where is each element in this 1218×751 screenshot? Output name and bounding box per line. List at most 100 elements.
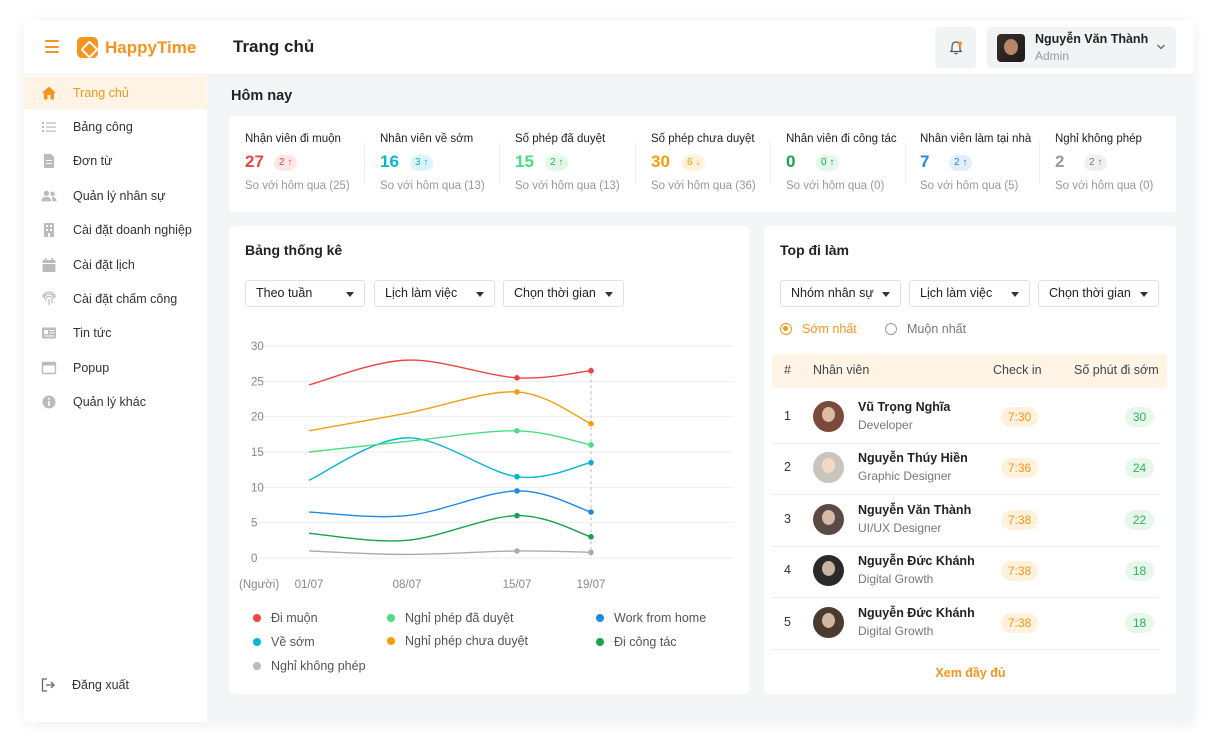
employee-role: UI/UX Designer [858, 521, 942, 535]
legend-item: Nghỉ phép đã duyệt [387, 611, 513, 625]
early-badge: 30 [1125, 407, 1154, 427]
logout-button[interactable]: Đăng xuất [24, 671, 207, 701]
page-title: Trang chủ [233, 37, 315, 56]
today-stats-card: Nhận viên đi muộn 27 2 ↑ So với hôm qua … [229, 116, 1176, 212]
x-tick-label: 15/07 [503, 579, 532, 591]
data-point [514, 473, 520, 480]
caret-down-icon [882, 292, 890, 297]
avatar [813, 555, 844, 586]
data-point [514, 512, 520, 519]
document-icon [41, 153, 57, 169]
data-point [588, 367, 594, 374]
sidebar-item-label: Popup [73, 360, 110, 375]
time-select[interactable]: Chọn thời gian [503, 280, 624, 307]
users-icon [41, 188, 57, 204]
series-line [308, 514, 592, 542]
stat-label: Nhân viên làm tại nhà [920, 133, 1032, 145]
radio-latest[interactable]: Muộn nhất [885, 322, 966, 336]
y-tick-label: 5 [251, 518, 257, 530]
checkin-badge: 7:30 [1001, 407, 1038, 427]
caret-down-icon [605, 292, 613, 297]
stat-divider [770, 142, 771, 184]
legend-item: Đi muộn [253, 611, 318, 625]
sidebar-item-home[interactable]: Trang chủ [24, 76, 207, 109]
stat-divider [1039, 142, 1040, 184]
sidebar: Trang chủ Bảng công Đơn từ Quản lý nhân … [24, 75, 207, 722]
y-tick-label: 20 [251, 412, 264, 424]
stat-change-badge: 3 ↑ [410, 155, 434, 171]
radio-unchecked-icon [885, 323, 897, 335]
list-icon [41, 119, 57, 135]
table-row[interactable]: 5 Nguyễn Đức Khánh Digital Growth 7:38 1… [772, 598, 1159, 650]
legend-item: Đi công tác [596, 635, 677, 649]
x-axis-label: (Người) [239, 579, 279, 591]
window-icon [41, 360, 57, 376]
employee-role: Developer [858, 418, 913, 432]
early-badge: 24 [1125, 458, 1154, 478]
y-tick-label: 10 [251, 482, 264, 494]
data-point [588, 459, 594, 466]
sidebar-item-label: Quản lý nhân sự [73, 188, 166, 203]
stat-change-badge: 2 ↑ [949, 155, 973, 171]
logo-icon [77, 37, 98, 58]
stat-change-badge: 2 ↑ [1084, 155, 1108, 171]
sidebar-item-timesheet[interactable]: Bảng công [24, 110, 207, 143]
sidebar-item-attendance-settings[interactable]: Cài đặt chấm công [24, 282, 207, 315]
see-all-link[interactable]: Xem đầy đủ [764, 666, 1177, 680]
row-num: 1 [784, 409, 791, 423]
time-select[interactable]: Chọn thời gian [1038, 280, 1159, 307]
table-header: # Nhân viên Check in Số phút đi sớm [772, 354, 1167, 388]
employee-role: Digital Growth [858, 624, 934, 638]
period-select[interactable]: Theo tuần [245, 280, 365, 307]
logo[interactable]: HappyTime [77, 37, 196, 58]
group-select[interactable]: Nhóm nhân sự [780, 280, 901, 307]
stat-label: Số phép chưa duyệt [651, 133, 755, 145]
user-menu[interactable]: Nguyễn Văn Thành Admin [987, 27, 1176, 68]
y-tick-label: 0 [251, 553, 257, 565]
early-badge: 18 [1125, 613, 1154, 633]
user-role: Admin [1035, 49, 1070, 63]
table-row[interactable]: 3 Nguyễn Văn Thành UI/UX Designer 7:38 2… [772, 495, 1159, 547]
schedule-select[interactable]: Lịch làm việc [909, 280, 1030, 307]
stat-divider [635, 142, 636, 184]
stat-divider [364, 142, 365, 184]
legend-item: Nghỉ phép chưa duyệt [387, 634, 528, 648]
sidebar-item-popup[interactable]: Popup [24, 351, 207, 384]
sidebar-item-label: Cài đặt lịch [73, 257, 135, 272]
notification-button[interactable] [935, 27, 976, 68]
schedule-select[interactable]: Lịch làm việc [374, 280, 495, 307]
radio-earliest[interactable]: Sớm nhất [780, 322, 857, 336]
sidebar-item-other[interactable]: Quản lý khác [24, 385, 207, 418]
table-row[interactable]: 2 Nguyễn Thúy Hiền Graphic Designer 7:36… [772, 443, 1159, 495]
sidebar-item-label: Tin tức [73, 325, 112, 340]
top-attendance-card: Top đi làm Nhóm nhân sự Lịch làm việc Ch… [764, 226, 1176, 694]
stat-value: 0 [786, 152, 796, 171]
sidebar-item-news[interactable]: Tin tức [24, 316, 207, 349]
home-icon [41, 85, 57, 101]
sidebar-item-requests[interactable]: Đơn từ [24, 144, 207, 177]
avatar [813, 401, 844, 432]
sidebar-item-calendar-settings[interactable]: Cài đặt lịch [24, 248, 207, 281]
menu-icon[interactable] [45, 40, 59, 53]
avatar [813, 607, 844, 638]
data-point [588, 442, 594, 448]
radio-checked-icon [780, 323, 792, 335]
data-point [588, 509, 594, 515]
table-row[interactable]: 4 Nguyễn Đức Khánh Digital Growth 7:38 1… [772, 546, 1159, 598]
employee-name: Nguyễn Thúy Hiền [858, 451, 968, 465]
sidebar-item-hr[interactable]: Quản lý nhân sự [24, 179, 207, 212]
statistics-title: Bảng thống kê [245, 242, 343, 258]
data-point [514, 548, 520, 554]
series-line [308, 391, 592, 432]
legend-dot [596, 614, 604, 622]
top-bar: HappyTime Trang chủ Nguyễn Văn Thành Adm… [24, 20, 1194, 75]
table-row[interactable]: 1 Vũ Trọng Nghĩa Developer 7:30 30 [772, 392, 1159, 444]
caret-down-icon [1140, 292, 1148, 297]
sidebar-item-label: Đơn từ [73, 153, 113, 168]
stat-compare: So với hôm qua (13) [515, 180, 620, 192]
legend-item: Về sớm [253, 635, 315, 649]
y-tick-label: 15 [251, 447, 264, 459]
stat-label: Nhận viên đi muộn [245, 133, 341, 145]
sidebar-item-company-settings[interactable]: Cài đặt doanh nghiệp [24, 213, 207, 246]
statistics-card: Bảng thống kê Theo tuần Lịch làm việc Ch… [229, 226, 749, 694]
